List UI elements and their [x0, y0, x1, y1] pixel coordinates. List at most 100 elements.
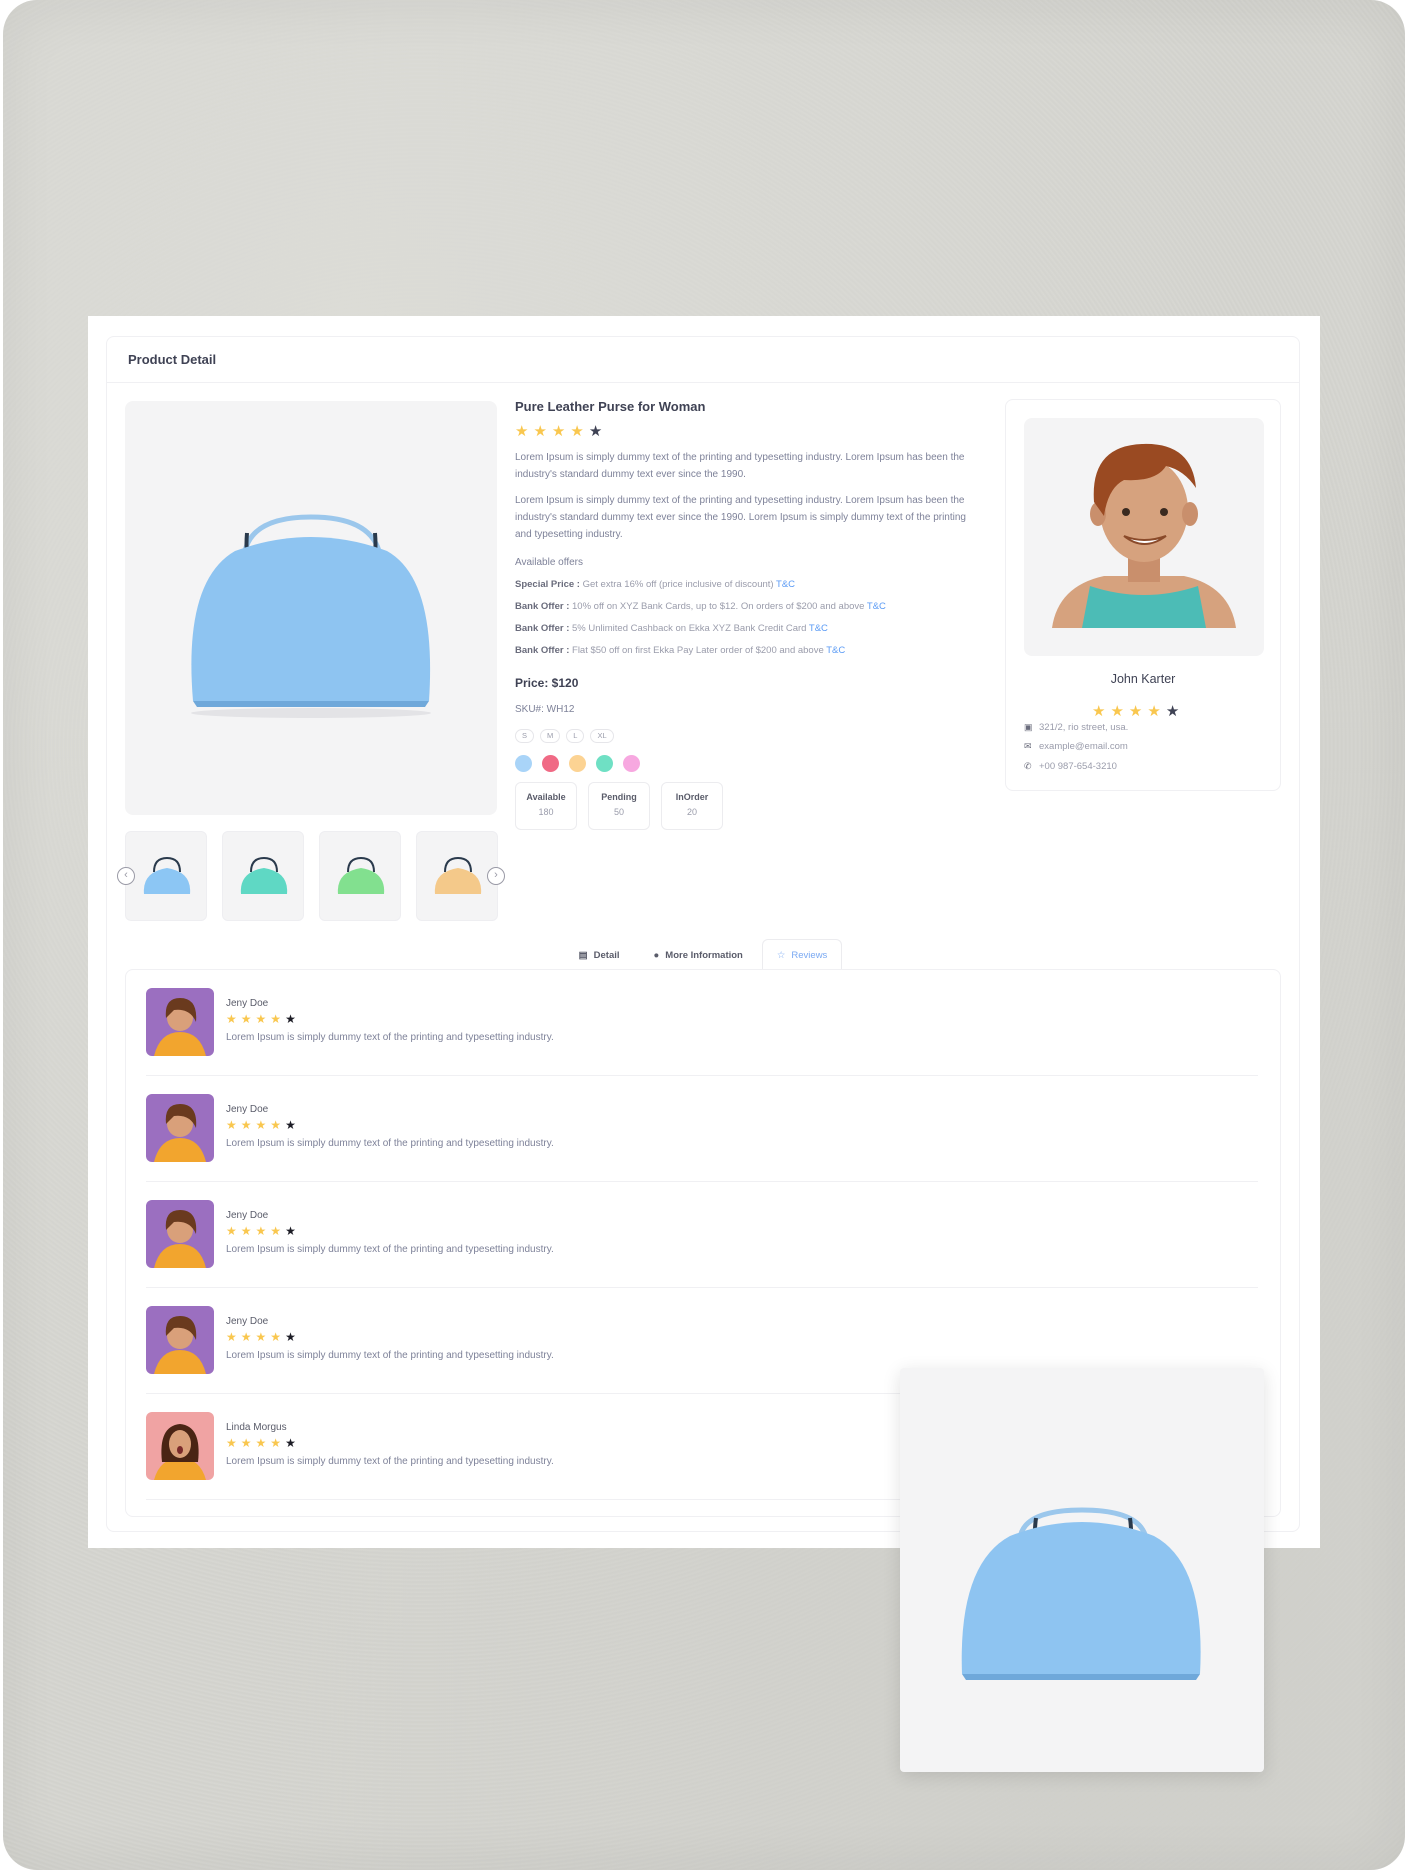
star-icon: ★ [270, 1436, 282, 1450]
tab-reviews[interactable]: ☆ Reviews [761, 939, 843, 971]
stock-value: 20 [686, 807, 697, 817]
tab-detail[interactable]: ▤ Detail [564, 939, 635, 971]
product-detail-card: Product Detail ‹ › Pure Leather Purse fo… [88, 316, 1320, 1548]
review-item: Jeny Doe ★ ★ ★ ★ ★ Lorem Ipsum is simply dum… [146, 1076, 1258, 1182]
star-icon: ★ [255, 1012, 267, 1026]
review-text: Lorem Ipsum is simply dummy text of the … [226, 1456, 554, 1467]
star-icon: ★ [226, 1224, 237, 1238]
color-swatch[interactable] [596, 755, 613, 772]
zoom-preview [900, 1368, 1264, 1772]
page-title: Product Detail [107, 337, 1299, 383]
size-option[interactable]: XL [590, 729, 614, 743]
info-icon: ● [653, 950, 660, 961]
star-icon: ☆ [776, 950, 786, 961]
prev-arrow-icon[interactable]: ‹ [117, 867, 135, 885]
review-rating: ★ ★ ★ ★ ★ [226, 1224, 296, 1238]
thumbnail-3[interactable] [319, 831, 401, 921]
star-icon: ★ [240, 1330, 252, 1344]
offer-label: Special Price : [515, 579, 580, 590]
size-option[interactable]: M [540, 729, 561, 743]
star-icon: ★ [240, 1118, 252, 1132]
star-icon: ★ [226, 1118, 237, 1132]
stock-label: InOrder [675, 792, 709, 802]
star-icon: ★ [270, 1012, 282, 1026]
star-icon: ★ [270, 1330, 282, 1344]
review-item: Jeny Doe ★ ★ ★ ★ ★ Lorem Ipsum is simply dum… [146, 970, 1258, 1076]
tab-label: Detail [593, 950, 620, 961]
color-swatch[interactable] [569, 755, 586, 772]
reviewer-avatar [146, 1306, 214, 1374]
offer-label: Bank Offer : [515, 601, 570, 612]
offer-item: Special Price : Get extra 16% off (price… [515, 579, 985, 590]
offer-label: Bank Offer : [515, 645, 570, 656]
stock-stats: Available 180 Pending 50 InOrder 20 [515, 782, 985, 830]
offer-text: Get extra 16% off (price inclusive of di… [582, 579, 774, 590]
star-icon: ★ [255, 1436, 267, 1450]
thumbnail-strip: ‹ › [117, 831, 505, 923]
mail-icon: ✉ [1024, 741, 1032, 751]
stock-inorder: InOrder 20 [661, 782, 723, 830]
star-icon: ★ [515, 423, 529, 440]
seller-name: John Karter [1110, 672, 1176, 686]
next-arrow-icon[interactable]: › [487, 867, 505, 885]
star-empty-icon: ★ [285, 1224, 296, 1238]
product-description-2: Lorem Ipsum is simply dummy text of the … [515, 495, 966, 540]
thumbnail-2[interactable] [222, 831, 304, 921]
thumbnail-4[interactable] [416, 831, 498, 921]
offer-text: 10% off on XYZ Bank Cards, up to $12. On… [572, 601, 865, 612]
tab-more-information[interactable]: ● More Information [639, 939, 758, 971]
thumbnail-1[interactable] [125, 831, 207, 921]
reviewer-avatar [146, 1412, 214, 1480]
color-swatch[interactable] [515, 755, 532, 772]
seller-email: ✉ example@email.com [1024, 741, 1128, 752]
star-icon: ★ [533, 423, 547, 440]
offer-tc-link[interactable]: T&C [867, 601, 886, 612]
star-empty-icon: ★ [285, 1118, 296, 1132]
star-icon: ★ [1128, 703, 1143, 720]
star-icon: ★ [240, 1224, 252, 1238]
seller-phone-text[interactable]: +00 987-654-3210 [1039, 761, 1117, 772]
reviewer-name: Jeny Doe [226, 998, 269, 1009]
main-product-image[interactable] [125, 401, 497, 815]
offer-item: Bank Offer : Flat $50 off on first Ekka … [515, 645, 985, 656]
detail-tabs: ▤ Detail ● More Information ☆ Reviews [107, 939, 1299, 971]
stock-label: Pending [601, 792, 637, 802]
product-detail-panel: Product Detail ‹ › Pure Leather Purse fo… [106, 336, 1300, 1532]
offer-text: Flat $50 off on first Ekka Pay Later ord… [572, 645, 824, 656]
review-rating: ★ ★ ★ ★ ★ [226, 1118, 296, 1132]
star-icon: ★ [226, 1330, 237, 1344]
product-description-1: Lorem Ipsum is simply dummy text of the … [515, 452, 965, 480]
location-icon: ▣ [1024, 722, 1033, 732]
offer-text: 5% Unlimited Cashback on Ekka XYZ Bank C… [572, 623, 807, 634]
seller-address: ▣ 321/2, rio street, usa. [1024, 722, 1128, 733]
offer-item: Bank Offer : 5% Unlimited Cashback on Ek… [515, 623, 985, 634]
star-icon: ★ [240, 1012, 252, 1026]
review-text: Lorem Ipsum is simply dummy text of the … [226, 1244, 554, 1255]
size-option[interactable]: S [515, 729, 535, 743]
color-options [515, 755, 985, 772]
star-icon: ★ [1092, 703, 1106, 720]
offer-tc-link[interactable]: T&C [826, 645, 845, 656]
size-options: S M L XL [515, 729, 985, 743]
stock-label: Available [526, 792, 566, 802]
offer-tc-link[interactable]: T&C [809, 623, 828, 634]
seller-email-text[interactable]: example@email.com [1039, 741, 1128, 752]
stock-value: 50 [613, 807, 624, 817]
size-option[interactable]: L [566, 729, 585, 743]
tab-label: More Information [665, 950, 743, 961]
reviewer-name: Jeny Doe [226, 1104, 269, 1115]
review-text: Lorem Ipsum is simply dummy text of the … [226, 1350, 554, 1361]
reviewer-name: Jeny Doe [226, 1316, 269, 1327]
color-swatch[interactable] [623, 755, 640, 772]
review-rating: ★ ★ ★ ★ ★ [226, 1436, 296, 1450]
tab-label: Reviews [791, 950, 828, 961]
seller-address-text: 321/2, rio street, usa. [1039, 722, 1129, 733]
star-icon: ★ [240, 1436, 252, 1450]
stock-available: Available 180 [515, 782, 577, 830]
color-swatch[interactable] [542, 755, 559, 772]
star-icon: ★ [255, 1118, 267, 1132]
star-empty-icon: ★ [285, 1012, 296, 1026]
reviewer-avatar [146, 1200, 214, 1268]
product-price: Price: $120 [515, 676, 579, 690]
offer-tc-link[interactable]: T&C [776, 579, 795, 590]
